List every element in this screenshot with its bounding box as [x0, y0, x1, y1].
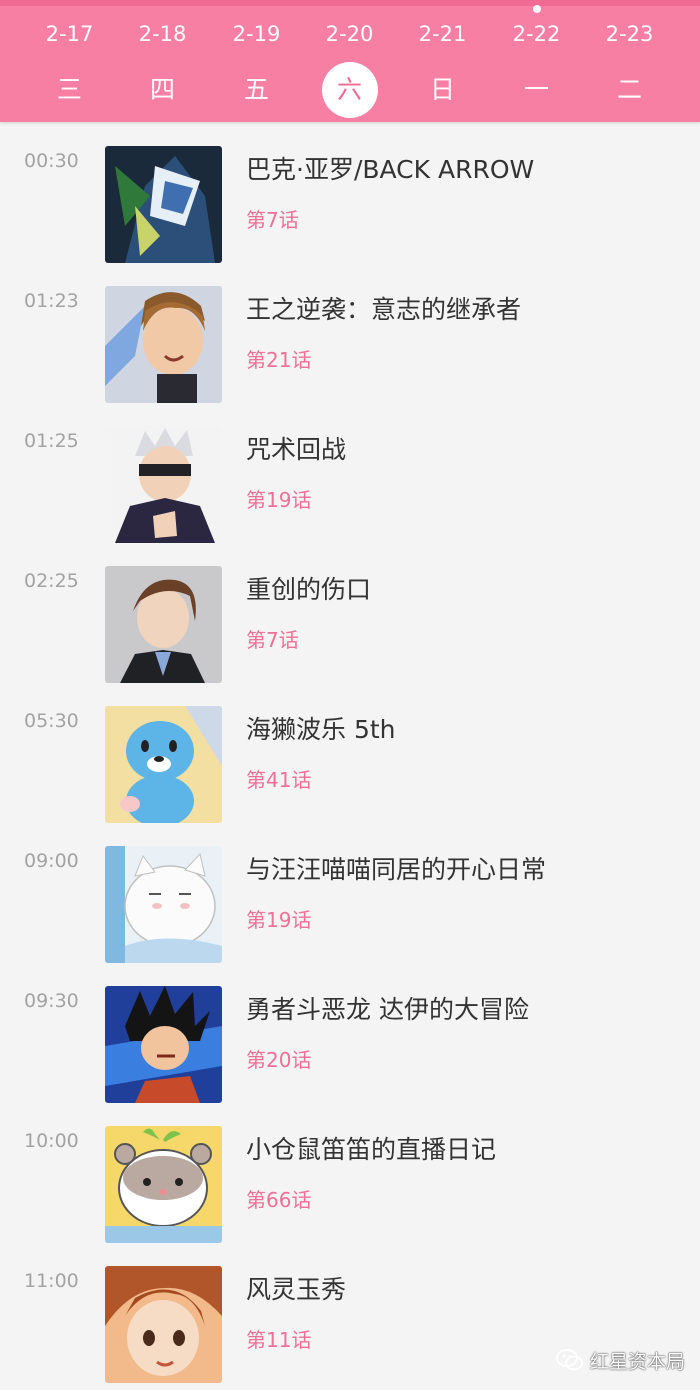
episode-label[interactable]: 第19话	[246, 484, 311, 513]
show-title[interactable]: 风灵玉秀	[246, 1270, 686, 1306]
airtime-label: 01:23	[24, 290, 79, 312]
day-tab-2-22[interactable]: 2-22 一	[490, 0, 583, 122]
episode-label[interactable]: 第21话	[246, 344, 311, 373]
episode-label[interactable]: 第11话	[246, 1324, 311, 1353]
show-title[interactable]: 王之逆袭：意志的继承者	[246, 290, 686, 326]
selected-weekday-label: 六	[321, 62, 378, 118]
bono-cover[interactable]	[105, 706, 222, 823]
date-tab-bar: 2-17 三 2-18 四 2-19 五 2-20 六 2-21 日 2-22 一 2-23 二	[0, 0, 700, 122]
show-title[interactable]: 重创的伤口	[246, 570, 686, 606]
airtime-label: 11:00	[24, 1270, 79, 1292]
schedule-row[interactable]: 09:30 勇者斗恶龙 达伊的大冒险第20话	[0, 962, 700, 1103]
day-date-label: 2-17	[45, 22, 94, 46]
show-title[interactable]: 与汪汪喵喵同居的开心日常	[246, 850, 686, 886]
episode-label[interactable]: 第7话	[246, 204, 299, 233]
show-title[interactable]: 巴克·亚罗/BACK ARROW	[246, 150, 686, 186]
airtime-label: 00:30	[24, 150, 79, 172]
dog-cat-cover[interactable]	[105, 846, 222, 963]
hamster-cover[interactable]	[105, 1126, 222, 1243]
day-date-label: 2-22	[512, 22, 561, 46]
airtime-label: 01:25	[24, 430, 79, 452]
watermark-text: 红星资本局	[590, 1350, 686, 1373]
airtime-label: 05:30	[24, 710, 79, 732]
episode-label[interactable]: 第7话	[246, 624, 299, 653]
episode-label[interactable]: 第41话	[246, 764, 311, 793]
day-date-label: 2-23	[605, 22, 654, 46]
schedule-row[interactable]: 09:00 与汪汪喵喵同居的开心日常第19话	[0, 822, 700, 963]
episode-label[interactable]: 第19话	[246, 904, 311, 933]
schedule-row[interactable]: 05:30 海獭波乐 5th 第41话	[0, 682, 700, 823]
weekday-label: 四	[149, 75, 175, 104]
weekday-label: 五	[243, 75, 269, 104]
day-date-label: 2-19	[232, 22, 281, 46]
wound-cover[interactable]	[105, 566, 222, 683]
airtime-label: 02:25	[24, 570, 79, 592]
airtime-label: 10:00	[24, 1130, 79, 1152]
day-date-label: 2-18	[138, 22, 187, 46]
king-cover[interactable]	[105, 286, 222, 403]
airtime-label: 09:30	[24, 990, 79, 1012]
watermark: 红星资本局	[556, 1346, 685, 1374]
schedule-row[interactable]: 02:25 重创的伤口第7话	[0, 542, 700, 683]
dai-cover[interactable]	[105, 986, 222, 1103]
schedule-row[interactable]: 00:30 巴克·亚罗/BACK ARROW 第7话	[0, 122, 700, 263]
day-date-label: 2-20	[325, 22, 374, 46]
wechat-icon	[556, 1349, 583, 1371]
weekday-label: 一	[523, 75, 549, 104]
day-tab-2-21[interactable]: 2-21 日	[396, 0, 489, 122]
day-tab-2-23[interactable]: 2-23 二	[583, 0, 676, 122]
episode-label[interactable]: 第20话	[246, 1044, 311, 1073]
weekday-label: 三	[56, 75, 82, 104]
day-date-label: 2-21	[418, 22, 467, 46]
today-indicator-dot	[532, 5, 541, 13]
schedule-row[interactable]: 01:23 王之逆袭：意志的继承者第21话	[0, 262, 700, 403]
show-title[interactable]: 小仓鼠笛笛的直播日记	[246, 1130, 686, 1166]
show-title[interactable]: 咒术回战	[246, 430, 686, 466]
weekday-label: 日	[429, 75, 455, 104]
day-tab-2-17[interactable]: 2-17 三	[23, 0, 116, 122]
fengling-cover[interactable]	[105, 1266, 222, 1383]
show-title[interactable]: 勇者斗恶龙 达伊的大冒险	[246, 990, 686, 1026]
day-tab-2-18[interactable]: 2-18 四	[116, 0, 209, 122]
schedule-row[interactable]: 01:25 咒术回战第19话	[0, 402, 700, 543]
schedule-row[interactable]: 10:00 小仓鼠笛笛的直播日记第66话	[0, 1102, 700, 1243]
back-arrow-cover[interactable]	[105, 146, 222, 263]
show-title[interactable]: 海獭波乐 5th	[246, 710, 686, 746]
jujutsu-cover[interactable]	[105, 426, 222, 543]
episode-label[interactable]: 第66话	[246, 1184, 311, 1213]
day-tab-2-20[interactable]: 2-20 六	[303, 0, 396, 122]
day-tab-2-19[interactable]: 2-19 五	[210, 0, 303, 122]
airtime-label: 09:00	[24, 850, 79, 872]
weekday-label: 二	[616, 75, 642, 104]
